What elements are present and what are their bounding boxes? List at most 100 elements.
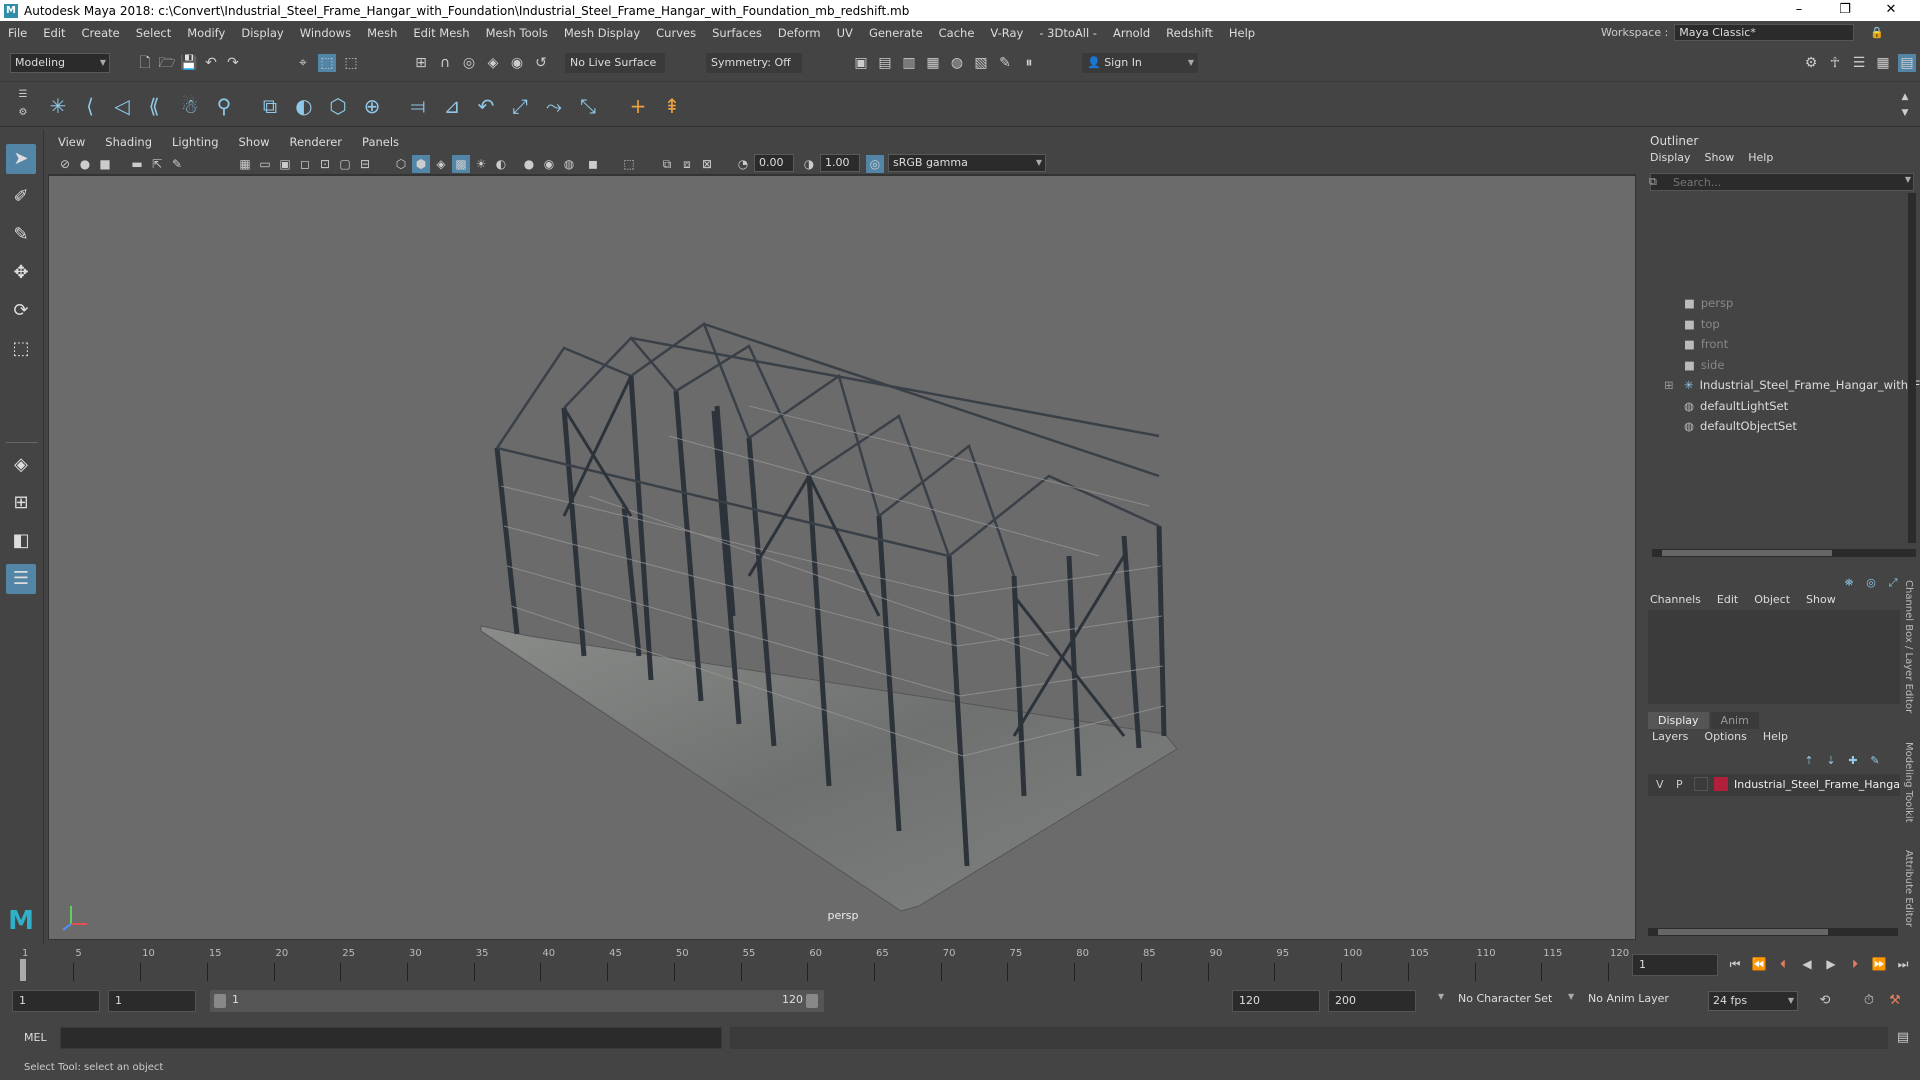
render-view-icon[interactable]: ▧: [972, 54, 990, 72]
xray-icon[interactable]: ⧉: [658, 155, 676, 173]
motion-blur-icon[interactable]: ◉: [540, 155, 558, 173]
snap-view-icon[interactable]: ◈: [484, 54, 502, 72]
resolution-gate-icon[interactable]: ▣: [276, 155, 294, 173]
go-to-start-icon[interactable]: ⏮: [1726, 955, 1744, 973]
menu-create[interactable]: Create: [74, 26, 128, 40]
menu-generate[interactable]: Generate: [861, 26, 931, 40]
select-hierarchy-icon[interactable]: ⌖: [294, 54, 312, 72]
field-chart-icon[interactable]: ⊡: [316, 155, 334, 173]
lattice-icon[interactable]: ⬡: [324, 92, 352, 120]
animation-end-field[interactable]: 200: [1328, 990, 1416, 1012]
isolate-select-icon[interactable]: ⬚: [620, 155, 638, 173]
menu-mesh-tools[interactable]: Mesh Tools: [478, 26, 556, 40]
step-forward-key-icon[interactable]: ⏩: [1870, 955, 1888, 973]
channel-box-area[interactable]: [1648, 610, 1916, 704]
move-layer-down-icon[interactable]: ⇣: [1822, 752, 1840, 770]
channel-menu-edit[interactable]: Edit: [1717, 593, 1738, 606]
scale-tool-icon[interactable]: ⬚: [6, 334, 36, 364]
ipr-render-icon[interactable]: ▥: [900, 54, 918, 72]
textured-icon[interactable]: ▩: [452, 155, 470, 173]
channel-box-toggle-icon[interactable]: ▤: [1898, 54, 1916, 72]
channel-menu-object[interactable]: Object: [1754, 593, 1790, 606]
close-button[interactable]: ✕: [1868, 0, 1914, 21]
shelf-settings-icon[interactable]: ⚙: [14, 104, 32, 122]
gamma-icon[interactable]: ◑: [800, 155, 818, 173]
outliner-search-box[interactable]: ⧉ ▼: [1649, 173, 1914, 191]
step-forward-frame-icon[interactable]: ⏵: [1846, 955, 1864, 973]
side-tab-attribute-editor[interactable]: Attribute Editor: [1903, 850, 1914, 927]
menu-help[interactable]: Help: [1221, 26, 1263, 40]
render-settings-icon[interactable]: ▦: [924, 54, 942, 72]
viewport-menu-panels[interactable]: Panels: [352, 135, 409, 149]
channel-menu-channels[interactable]: Channels: [1650, 593, 1701, 606]
lasso-tool-icon[interactable]: ✐: [6, 182, 36, 212]
exposure-icon[interactable]: ◔: [734, 155, 752, 173]
quick-rig-icon[interactable]: ☃: [176, 92, 204, 120]
layer-hscrollbar[interactable]: [1648, 928, 1898, 936]
layer-hscroll-thumb[interactable]: [1658, 929, 1828, 935]
use-all-lights-icon[interactable]: ☀: [472, 155, 490, 173]
select-tool-icon[interactable]: ➤: [6, 144, 36, 174]
hangar-model[interactable]: [49, 176, 1636, 940]
orient-constraint-icon[interactable]: ↶: [472, 92, 500, 120]
character-set-chevron-icon[interactable]: ▼: [1438, 992, 1444, 1001]
auto-key-icon[interactable]: ⏱: [1860, 992, 1878, 1010]
bookmark-icon[interactable]: ■: [96, 155, 114, 173]
menu-modify[interactable]: Modify: [179, 26, 233, 40]
locator-icon[interactable]: +: [624, 92, 652, 120]
single-view-icon[interactable]: ◈: [6, 450, 36, 480]
shadows-icon[interactable]: ◐: [492, 155, 510, 173]
layer-menu-options[interactable]: Options: [1704, 730, 1746, 743]
outliner-menu-help[interactable]: Help: [1748, 151, 1773, 164]
viewport-menu-shading[interactable]: Shading: [95, 135, 162, 149]
channel-menu-show[interactable]: Show: [1806, 593, 1836, 606]
animation-start-field[interactable]: 1: [12, 990, 100, 1012]
color-management-icon[interactable]: ◎: [866, 155, 884, 173]
mirror-joint-icon[interactable]: ⟪: [140, 92, 168, 120]
script-editor-icon[interactable]: ▤: [1894, 1029, 1912, 1047]
menu-mesh-display[interactable]: Mesh Display: [556, 26, 648, 40]
step-back-frame-icon[interactable]: ⏴: [1774, 955, 1792, 973]
bind-skin-icon[interactable]: ⧉: [256, 92, 284, 120]
symmetry-field[interactable]: Symmetry: Off: [706, 53, 802, 73]
expand-icon[interactable]: ⊞: [1664, 375, 1674, 395]
viewport-menu-lighting[interactable]: Lighting: [162, 135, 228, 149]
outliner-item[interactable]: ◍ defaultObjectSet: [1684, 416, 1797, 436]
image-plane-icon[interactable]: ▬: [128, 155, 146, 173]
four-view-icon[interactable]: ⊞: [6, 488, 36, 518]
menu-uv[interactable]: UV: [829, 26, 861, 40]
maximize-button[interactable]: ❐: [1822, 0, 1868, 21]
film-gate-icon[interactable]: ▭: [256, 155, 274, 173]
paint-select-tool-icon[interactable]: ✎: [6, 220, 36, 250]
hypershade-icon[interactable]: ◍: [948, 54, 966, 72]
outliner-item[interactable]: ■ side: [1684, 355, 1724, 375]
side-tab-channel-box[interactable]: Channel Box / Layer Editor: [1903, 580, 1914, 713]
render-sequence-icon[interactable]: ▤: [876, 54, 894, 72]
shelf-scroll-down-icon[interactable]: ▼: [1896, 104, 1914, 122]
character-set-dropdown[interactable]: No Character Set: [1458, 992, 1552, 1005]
outliner-item[interactable]: ■ top: [1684, 314, 1720, 334]
gate-mask-icon[interactable]: ◻: [296, 155, 314, 173]
current-time-marker[interactable]: [20, 959, 26, 981]
outliner-menu-display[interactable]: Display: [1650, 151, 1691, 164]
playback-start-field[interactable]: 1: [108, 990, 196, 1012]
camera-attributes-icon[interactable]: ●: [76, 155, 94, 173]
channel-box-icon-2[interactable]: ◎: [1862, 574, 1880, 592]
outliner-menu-show[interactable]: Show: [1705, 151, 1735, 164]
menu-surfaces[interactable]: Surfaces: [704, 26, 770, 40]
select-object-icon[interactable]: ⬚: [318, 54, 336, 72]
pole-vector-icon[interactable]: ⤡: [574, 92, 602, 120]
range-end-handle[interactable]: [806, 994, 818, 1008]
xray-joints-icon[interactable]: ⧈: [678, 155, 696, 173]
cluster-icon[interactable]: ⊕: [358, 92, 386, 120]
play-backwards-icon[interactable]: ◀: [1798, 955, 1816, 973]
undo-icon[interactable]: ↶: [202, 54, 220, 72]
modeling-toolkit-toggle-icon[interactable]: ⚙: [1802, 54, 1820, 72]
menu-cache[interactable]: Cache: [931, 26, 983, 40]
workspace-dropdown[interactable]: Maya Classic*: [1674, 24, 1855, 41]
mel-label[interactable]: MEL: [24, 1031, 47, 1044]
two-view-icon[interactable]: ◧: [6, 526, 36, 556]
menu-edit[interactable]: Edit: [35, 26, 73, 40]
menu-set-dropdown[interactable]: Modeling ▼: [10, 53, 110, 73]
select-component-icon[interactable]: ⬚: [342, 54, 360, 72]
